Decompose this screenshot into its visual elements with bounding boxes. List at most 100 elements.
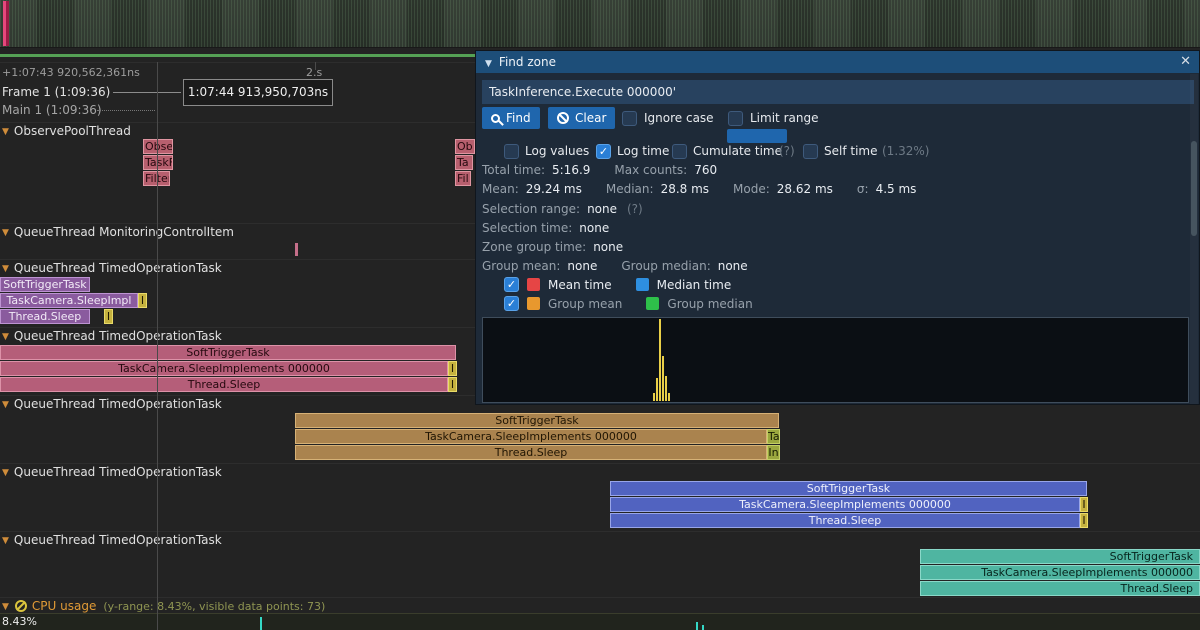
mean-time-checkbox[interactable] [504, 277, 519, 292]
section-separator [0, 531, 1200, 532]
selection-range-hint: (?) [627, 202, 643, 216]
mean-time-color-swatch[interactable] [527, 278, 540, 291]
time-tick [315, 62, 316, 70]
log-values-label[interactable]: Log values [525, 143, 589, 159]
thread-header-observepoolthread[interactable]: ObservePoolThread [2, 124, 131, 138]
zone-search-input[interactable] [482, 80, 1194, 104]
zone-block-truncated[interactable]: I [448, 361, 457, 376]
zone-tick[interactable] [295, 243, 298, 256]
collapse-arrow-icon [485, 59, 492, 69]
group-mean-legend-label[interactable]: Group mean [548, 297, 622, 311]
find-zone-panel-header[interactable]: Find zone ✕ [476, 51, 1199, 73]
cumulate-time-label[interactable]: Cumulate time [693, 143, 782, 159]
zone-block[interactable]: Fil [455, 171, 471, 186]
find-zone-histogram[interactable] [482, 317, 1189, 403]
thread-header-timedoperationtask-5[interactable]: QueueThread TimedOperationTask [2, 533, 222, 547]
zone-block[interactable]: SoftTriggerTask [295, 413, 779, 428]
partially-scrolled-widget[interactable] [727, 129, 787, 143]
collapse-arrow-icon [2, 602, 9, 612]
zone-block[interactable]: TaskCamera.SleepImplements 000000 [610, 497, 1080, 512]
thread-header-timedoperationtask-2[interactable]: QueueThread TimedOperationTask [2, 329, 222, 343]
total-time-label: Total time: [482, 163, 545, 177]
mean-time-legend-label[interactable]: Mean time [548, 278, 612, 292]
median-label: Median: [606, 182, 654, 196]
zone-block-truncated[interactable]: I [448, 377, 457, 392]
selection-time-value: none [579, 221, 609, 235]
zone-block-truncated[interactable]: I [138, 293, 147, 308]
cpu-plot-icon [15, 600, 27, 612]
zone-block-truncated[interactable]: Ta [767, 429, 780, 444]
clear-button[interactable]: Clear [548, 107, 615, 129]
section-separator [0, 597, 1200, 598]
group-mean-checkbox[interactable] [504, 296, 519, 311]
zone-block[interactable]: Ta [455, 155, 473, 170]
legend-row-time: Mean time Median time [504, 277, 731, 292]
collapse-arrow-icon [2, 228, 9, 238]
group-median-value: none [718, 259, 748, 273]
mode-label: Mode: [733, 182, 770, 196]
zone-block[interactable]: Thread.Sleep [295, 445, 767, 460]
close-icon[interactable]: ✕ [1180, 51, 1191, 73]
limit-range-label[interactable]: Limit range [750, 110, 818, 126]
zone-block-truncated[interactable]: I [104, 309, 113, 324]
thread-header-monitoringcontrolitem[interactable]: QueueThread MonitoringControlItem [2, 225, 234, 239]
zone-block[interactable]: SoftTriggerTask [610, 481, 1087, 496]
limit-range-checkbox[interactable] [728, 111, 743, 126]
group-mean-label: Group mean: [482, 259, 560, 273]
panel-scrollbar[interactable] [1190, 74, 1198, 404]
frames-overview-bar[interactable] [0, 0, 1200, 48]
cpu-usage-plot[interactable]: 8.43% [0, 613, 1200, 630]
sigma-label: σ: [857, 182, 869, 196]
zone-block[interactable]: Ob [455, 139, 475, 154]
cumulate-time-checkbox[interactable] [672, 144, 687, 159]
zone-block[interactable]: SoftTriggerTask [0, 345, 456, 360]
selection-range-value: none [587, 202, 617, 216]
ignore-case-label[interactable]: Ignore case [644, 110, 714, 126]
median-value: 28.8 ms [661, 182, 709, 196]
median-time-color-swatch[interactable] [636, 278, 649, 291]
zone-block-truncated[interactable]: I [1080, 513, 1088, 528]
cpu-usage-header[interactable]: CPU usage(y-range: 8.43%, visible data p… [2, 599, 325, 613]
zone-block[interactable]: Thread.Sleep [920, 581, 1200, 596]
stats-row-zone-group-time: Zone group time:none [482, 240, 623, 254]
median-time-legend-label[interactable]: Median time [657, 278, 732, 292]
time-gridline [157, 62, 158, 630]
log-values-checkbox[interactable] [504, 144, 519, 159]
mean-label: Mean: [482, 182, 519, 196]
zone-block[interactable]: TaskF [143, 155, 173, 170]
zone-block[interactable]: TaskCamera.SleepImplements 000000 [920, 565, 1200, 580]
thread-header-timedoperationtask-1[interactable]: QueueThread TimedOperationTask [2, 261, 222, 275]
zone-block[interactable]: TaskCamera.SleepImplements 000000 [295, 429, 767, 444]
mode-value: 28.62 ms [777, 182, 833, 196]
search-icon [491, 114, 500, 123]
log-time-checkbox[interactable] [596, 144, 611, 159]
group-median-legend-label[interactable]: Group median [667, 297, 752, 311]
ignore-case-checkbox[interactable] [622, 111, 637, 126]
zone-block[interactable]: Obse [143, 139, 173, 154]
zone-block[interactable]: SoftTriggerTask [920, 549, 1200, 564]
zone-block[interactable]: Thread.Sleep [0, 377, 448, 392]
log-time-label[interactable]: Log time [617, 143, 669, 159]
zone-block[interactable]: SoftTriggerTask [0, 277, 90, 292]
thread-header-timedoperationtask-4[interactable]: QueueThread TimedOperationTask [2, 465, 222, 479]
zone-block-truncated[interactable]: In [767, 445, 780, 460]
thread-header-timedoperationtask-3[interactable]: QueueThread TimedOperationTask [2, 397, 222, 411]
frame-range-line [113, 92, 181, 93]
self-time-label[interactable]: Self time [824, 143, 877, 159]
collapse-arrow-icon [2, 536, 9, 546]
scrollbar-thumb[interactable] [1191, 141, 1197, 236]
self-time-checkbox[interactable] [803, 144, 818, 159]
thread-name: QueueThread TimedOperationTask [14, 329, 222, 343]
zone-block[interactable]: Thread.Sleep [610, 513, 1080, 528]
max-counts-value: 760 [694, 163, 717, 177]
find-button[interactable]: Find [482, 107, 540, 129]
group-median-label: Group median: [621, 259, 710, 273]
zone-block[interactable]: TaskCamera.SleepImpl [0, 293, 138, 308]
group-median-color-swatch[interactable] [646, 297, 659, 310]
cpu-usage-note: (y-range: 8.43%, visible data points: 73… [103, 600, 325, 613]
zone-block[interactable]: TaskCamera.SleepImplements 000000 [0, 361, 448, 376]
zone-block[interactable]: Thread.Sleep [0, 309, 90, 324]
collapse-arrow-icon [2, 332, 9, 342]
zone-block-truncated[interactable]: I [1080, 497, 1088, 512]
group-mean-color-swatch[interactable] [527, 297, 540, 310]
